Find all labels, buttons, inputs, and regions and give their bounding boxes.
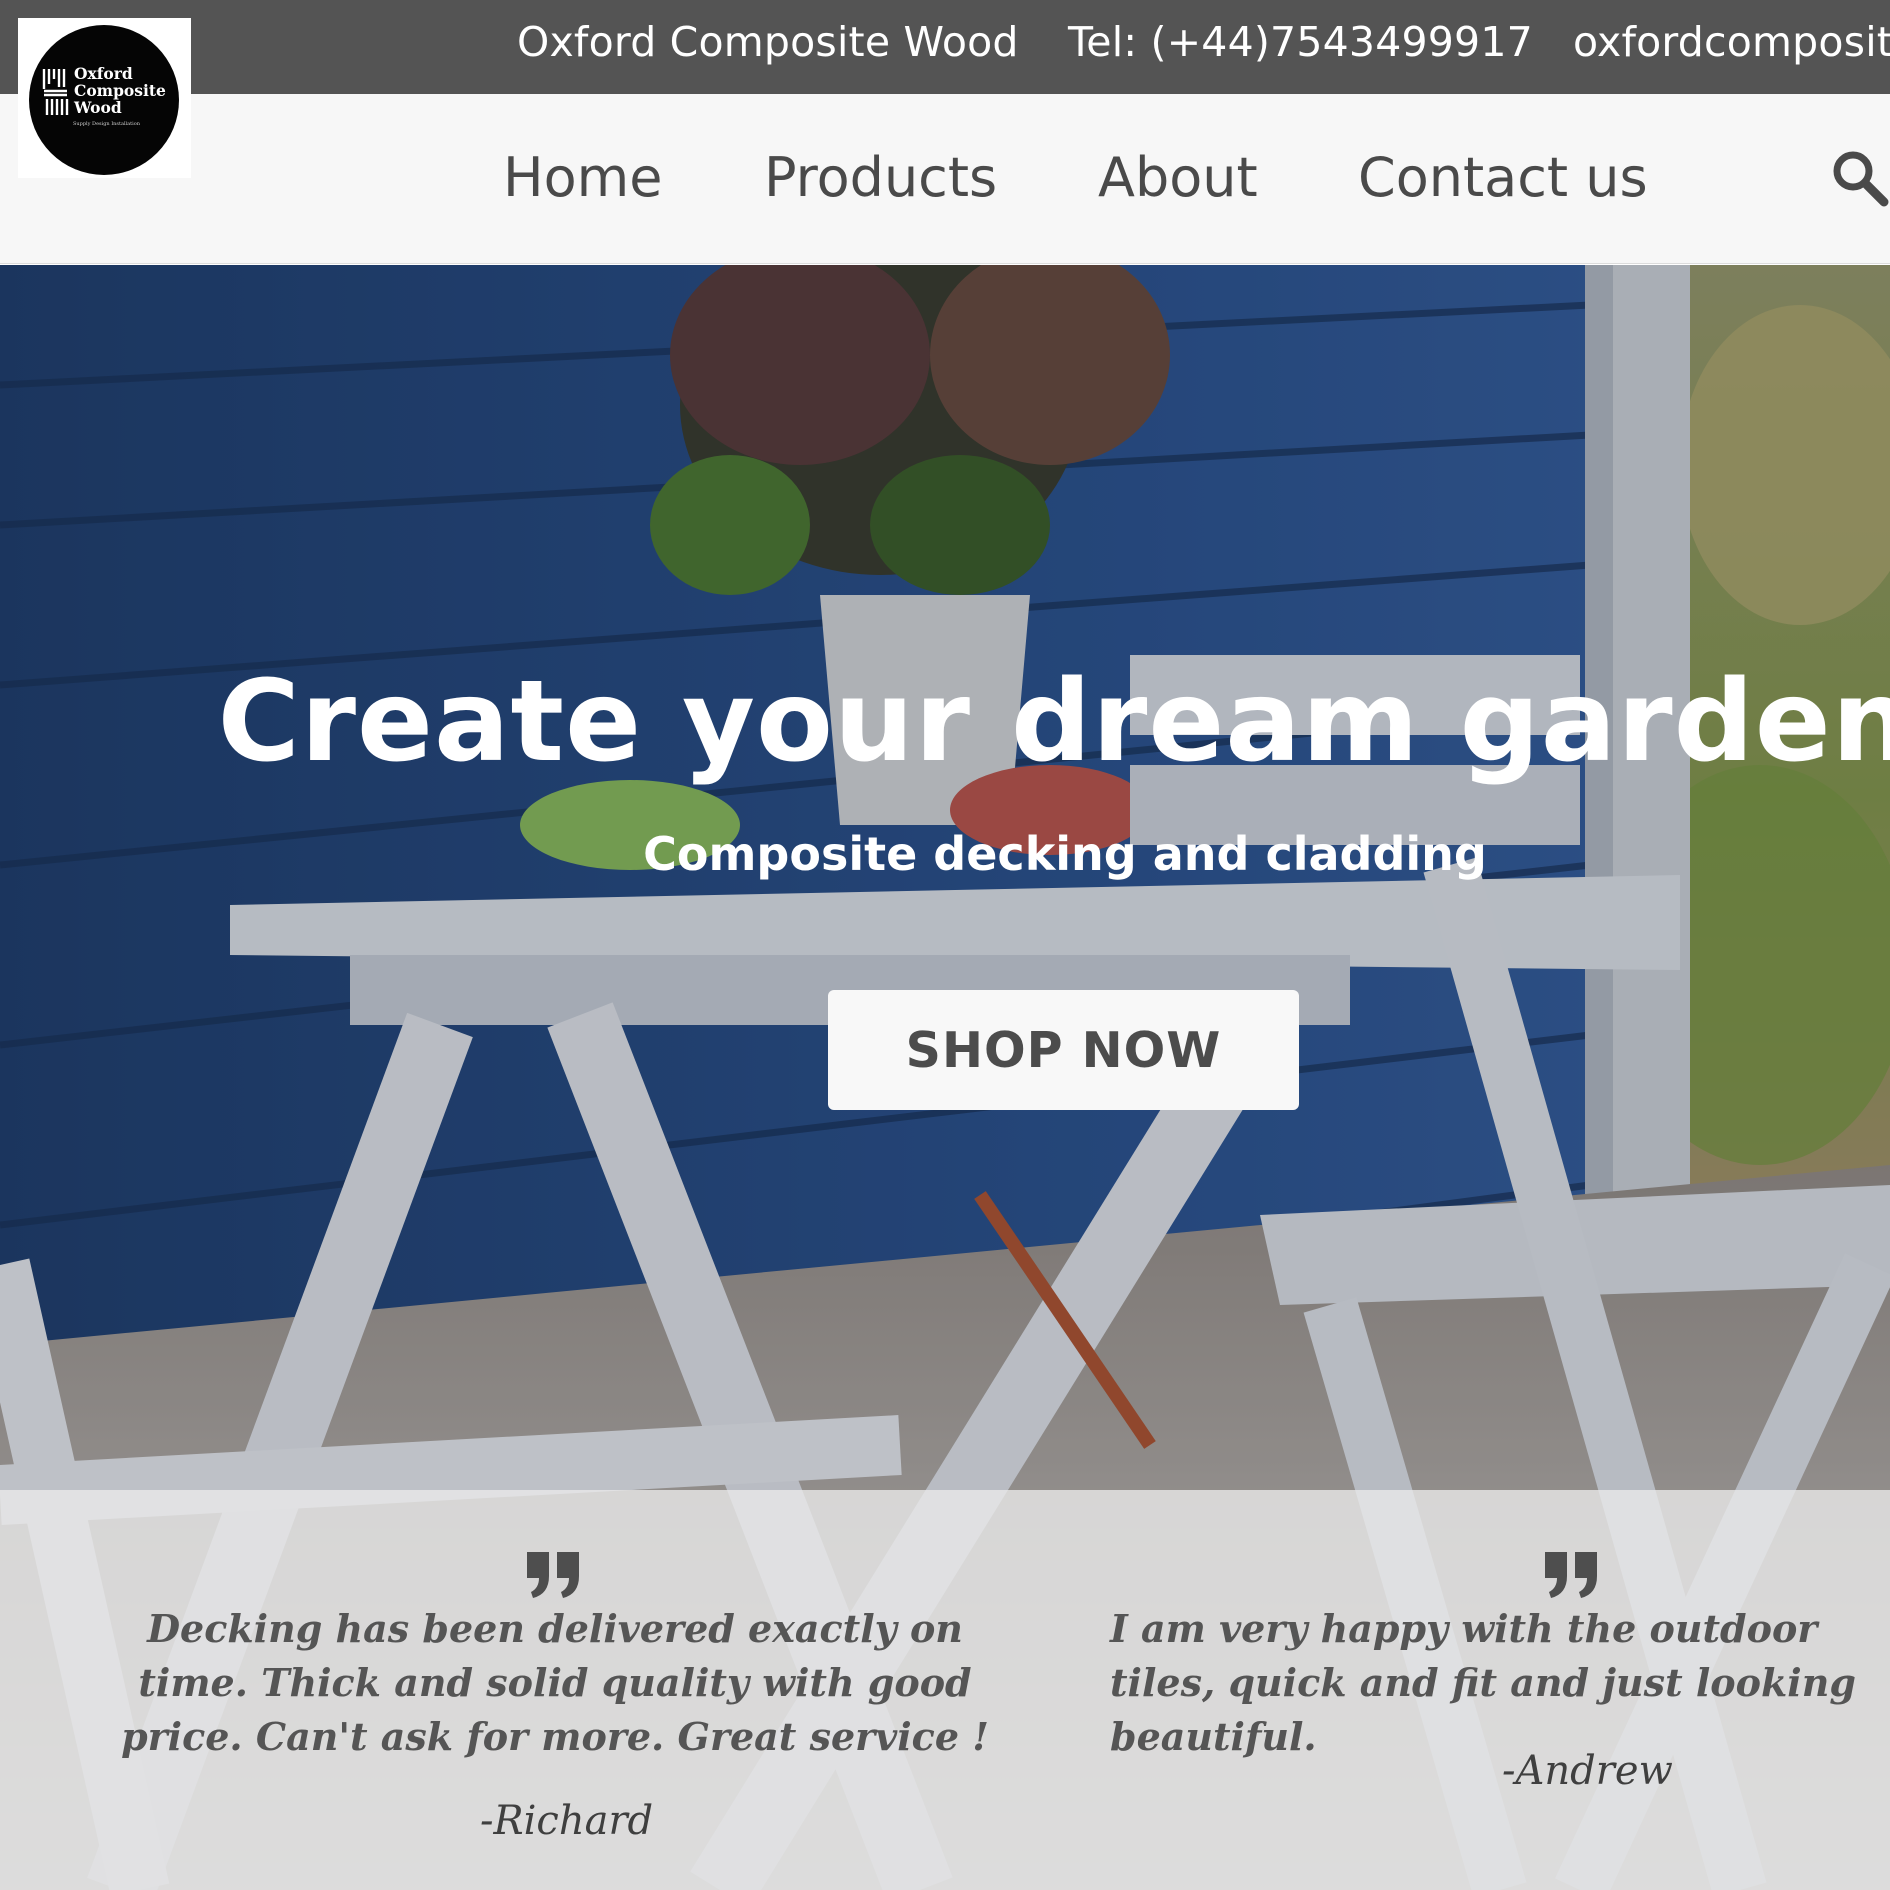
nav-item-about[interactable]: About — [1098, 146, 1258, 209]
testimonial-author: -Richard — [480, 1798, 654, 1844]
main-navigation: Home Products About Contact us — [0, 94, 1890, 264]
logo-tagline: Supply Design Installation — [73, 121, 140, 127]
shop-now-button[interactable]: SHOP NOW — [828, 990, 1299, 1110]
topbar-phone[interactable]: Tel: (+44)7543499917 — [1068, 18, 1533, 66]
hero-banner: Create your dream garden Composite decki… — [0, 265, 1890, 1890]
nav-item-products[interactable]: Products — [764, 146, 997, 209]
logo-mark-icon — [42, 69, 69, 115]
topbar-email[interactable]: oxfordcomposite — [1573, 18, 1890, 66]
logo-line-3: Wood — [74, 98, 122, 117]
search-icon[interactable] — [1830, 148, 1890, 208]
nav-item-home[interactable]: Home — [503, 146, 662, 209]
nav-item-contact[interactable]: Contact us — [1358, 146, 1648, 209]
testimonial-text: Decking has been delivered exactly on ti… — [121, 1606, 989, 1759]
topbar-company-name: Oxford Composite Wood — [517, 18, 1019, 66]
hero-subtitle: Composite decking and cladding — [643, 827, 1487, 881]
testimonial-text: I am very happy with the outdoor tiles, … — [1110, 1606, 1856, 1759]
logo-line-2: Composite — [74, 81, 166, 100]
testimonials-strip: Decking has been delivered exactly on ti… — [0, 1490, 1890, 1890]
logo-badge: Oxford Composite Wood Supply Design Inst… — [29, 25, 179, 175]
quote-icon — [527, 1552, 579, 1598]
top-contact-bar: Oxford Composite Wood Tel: (+44)75434999… — [0, 0, 1890, 94]
logo-wordmark: Oxford Composite Wood — [74, 65, 166, 116]
hero-title: Create your dream garden — [217, 657, 1890, 787]
logo-line-1: Oxford — [74, 64, 133, 83]
quote-icon — [1545, 1552, 1597, 1598]
site-logo[interactable]: Oxford Composite Wood Supply Design Inst… — [18, 18, 191, 178]
testimonial-author: -Andrew — [1502, 1748, 1673, 1794]
